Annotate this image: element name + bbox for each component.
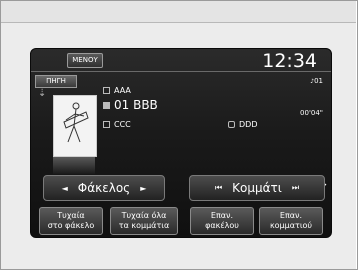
folder-name: DDD [239,120,258,129]
artist-name: CCC [114,120,131,129]
random-all-line2: τα κομμάτια [118,221,170,230]
skip-forward-icon[interactable]: ⏭ [292,183,299,193]
track-name: 01 BBB [114,98,158,112]
folder-next-icon[interactable]: ► [140,184,146,193]
repeat-folder-button[interactable]: Επαν. φακέλου [190,207,254,235]
repeat-folder-line2: φακέλου [205,221,239,230]
random-folder-line2: στο φάκελο [47,221,95,230]
repeat-track-line2: κομματιού [269,221,313,230]
skip-back-icon[interactable]: ⏮ [215,183,222,193]
menu-button[interactable]: ΜΕΝΟΥ [67,53,103,68]
folder-control: ◄ Φάκελος ► [43,175,165,201]
album-name: AAA [114,86,131,95]
artist-row: CCC [103,120,131,129]
track-number: ♪01 [310,77,323,85]
header-divider [31,71,331,72]
track-control: ⏮ Κομμάτι ⏭ [189,175,325,201]
random-in-folder-button[interactable]: Τυχαία στο φάκελο [39,207,103,235]
folder-prev-icon[interactable]: ◄ [62,184,68,193]
repeat-folder-line1: Επαν. [210,211,234,220]
random-folder-line1: Τυχαία [57,211,85,220]
repeat-track-line1: Επαν. [279,211,303,220]
music-icon [103,101,110,109]
random-all-tracks-button[interactable]: Τυχαία όλα τα κομμάτια [110,207,178,235]
audio-screen: ΜΕΝΟΥ 12:34 ΠΗΓΗ ♪01 ⇣ AAA 01 BBB 00'04"… [30,48,332,238]
top-strip [1,1,356,23]
track-control-label: Κομμάτι [232,181,282,195]
usb-icon: ⇣ [38,88,47,99]
folder-row: DDD [228,120,257,129]
album-art [53,95,97,157]
artist-icon [103,121,110,128]
album-icon [103,87,110,94]
album-row: AAA [103,86,131,95]
track-number-value: 01 [314,77,323,85]
elapsed-time: 00'04" [300,109,323,117]
folder-label: Φάκελος [77,181,131,195]
track-row: 01 BBB [103,98,158,112]
clock: 12:34 [262,50,317,72]
folder-icon [228,121,235,128]
repeat-track-button[interactable]: Επαν. κομματιού [259,207,323,235]
album-art-reflection [53,156,95,174]
random-all-line1: Τυχαία όλα [121,211,167,220]
source-button[interactable]: ΠΗΓΗ [35,75,77,88]
